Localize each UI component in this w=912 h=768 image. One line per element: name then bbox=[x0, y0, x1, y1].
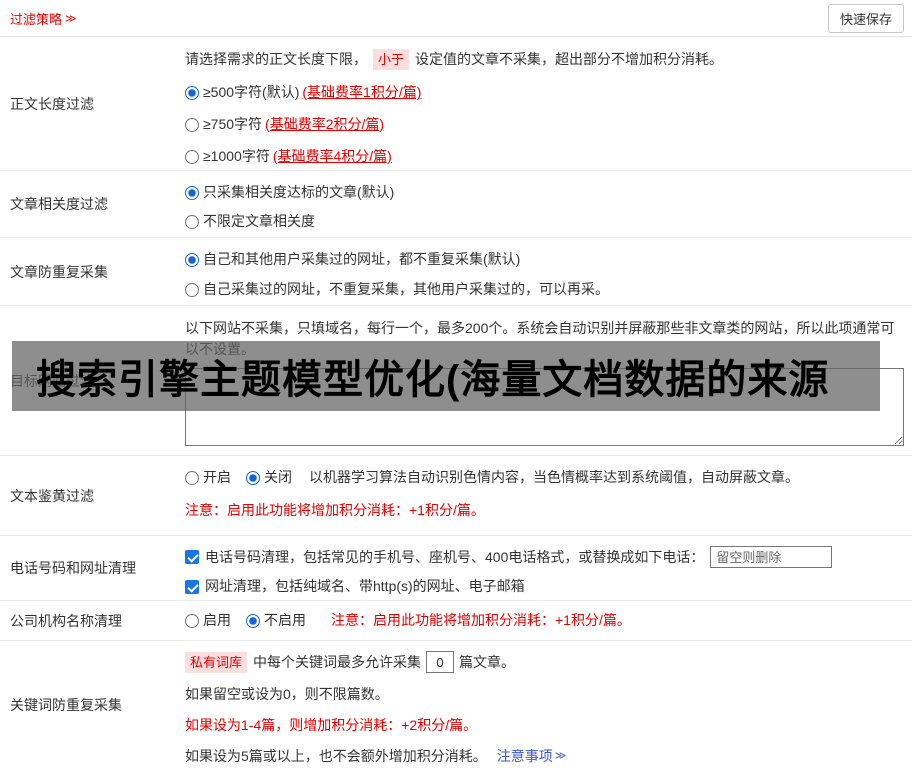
private-thesaurus-tag: 私有词库 bbox=[185, 651, 248, 673]
radio-option-porn-off[interactable]: 关闭 bbox=[246, 468, 292, 487]
radio-option-1000-chars[interactable]: ≥1000字符 (基础费率4积分/篇) bbox=[185, 147, 904, 166]
row-label-dedupe: 文章防重复采集 bbox=[10, 263, 108, 280]
checkbox-icon[interactable] bbox=[185, 579, 199, 594]
row-porn-filter: 文本鉴黄过滤 开启 关闭 以机器学习算法自动识别色情内容，当色情概率达到系统阈值… bbox=[0, 456, 912, 536]
keyword-limit-text: 中每个关键词最多允许采集 bbox=[253, 653, 422, 670]
section-title-text: 过滤策略 bbox=[10, 11, 63, 27]
radio-icon[interactable] bbox=[246, 470, 260, 485]
radio-icon[interactable] bbox=[185, 117, 199, 132]
row-content-phone-url-cleanup: 电话号码清理，包括常见的手机号、座机号、400电话格式，或替换成如下电话： 网址… bbox=[175, 536, 912, 600]
keyword-rule-1-4: 如果设为1-4篇，则增加积分消耗：+2积分/篇。 bbox=[185, 717, 478, 733]
option-text: 只采集相关度达标的文章(默认) bbox=[203, 184, 395, 200]
keyword-rule-5plus: 如果设为5篇或以上，也不会额外增加积分消耗。 注意事项 ≫ bbox=[185, 747, 904, 766]
row-phone-url-cleanup: 电话号码和网址清理 电话号码清理，包括常见的手机号、座机号、400电话格式，或替… bbox=[0, 536, 912, 601]
row-label-relevance: 文章相关度过滤 bbox=[10, 196, 108, 212]
porn-filter-options: 开启 关闭 以机器学习算法自动识别色情内容，当色情概率达到系统阈值，自动屏蔽文章… bbox=[185, 468, 904, 487]
row-label-phone-url-cleanup: 电话号码和网址清理 bbox=[10, 560, 136, 576]
radio-option-500-chars[interactable]: ≥500字符(默认) (基础费率1积分/篇) bbox=[185, 83, 904, 102]
watermark-overlay: 搜索引擎主题模型优化(海量文档数据的来源 bbox=[12, 341, 880, 411]
porn-filter-note: 注意：启用此功能将增加积分消耗：+1积分/篇。 bbox=[185, 502, 485, 518]
row-content-keyword-dedupe: 私有词库 中每个关键词最多允许采集 篇文章。 如果留空或设为0，则不限篇数。 如… bbox=[175, 641, 912, 768]
option-fee-text: (基础费率4积分/篇) bbox=[272, 148, 392, 164]
section-title[interactable]: 过滤策略 ≫ bbox=[10, 9, 77, 28]
row-content-company-cleanup: 启用 不启用 注意：启用此功能将增加积分消耗：+1积分/篇。 bbox=[175, 601, 912, 640]
row-content-body-length: 请选择需求的正文长度下限， 小于 设定值的文章不采集，超出部分不增加积分消耗。 … bbox=[175, 37, 912, 170]
row-dedupe: 文章防重复采集 自己和其他用户采集过的网址，都不重复采集(默认) 自己采集过的网… bbox=[0, 238, 912, 306]
radio-option-dedupe-all-users[interactable]: 自己和其他用户采集过的网址，都不重复采集(默认) bbox=[185, 250, 904, 269]
option-text: 不限定文章相关度 bbox=[203, 213, 315, 229]
radio-option-company-off[interactable]: 不启用 bbox=[246, 611, 306, 630]
radio-icon[interactable] bbox=[185, 149, 199, 164]
radio-option-relevance-strict[interactable]: 只采集相关度达标的文章(默认) bbox=[185, 183, 904, 202]
keyword-limit-input[interactable] bbox=[426, 651, 455, 673]
keyword-rule-5plus-text: 如果设为5篇或以上，也不会额外增加积分消耗。 bbox=[185, 748, 487, 764]
radio-icon[interactable] bbox=[185, 252, 199, 267]
option-fee-text: (基础费率1积分/篇) bbox=[302, 84, 422, 100]
intro-text-pre: 请选择需求的正文长度下限， bbox=[185, 51, 367, 67]
row-label-body-length: 正文长度过滤 bbox=[10, 95, 94, 112]
porn-filter-description: 以机器学习算法自动识别色情内容，当色情概率达到系统阈值，自动屏蔽文章。 bbox=[309, 469, 799, 485]
radio-icon[interactable] bbox=[185, 282, 199, 297]
row-label-keyword-dedupe: 关键词防重复采集 bbox=[10, 696, 122, 713]
row-content-dedupe: 自己和其他用户采集过的网址，都不重复采集(默认) 自己采集过的网址，不重复采集，… bbox=[175, 238, 912, 305]
intro-text-post: 设定值的文章不采集，超出部分不增加积分消耗。 bbox=[415, 51, 724, 67]
option-text: 自己采集过的网址，不重复采集，其他用户采集过的，可以再采。 bbox=[203, 281, 609, 297]
checkbox-option-url-cleanup[interactable]: 网址清理，包括纯域名、带http(s)的网址、电子邮箱 bbox=[185, 577, 904, 596]
row-relevance: 文章相关度过滤 只采集相关度达标的文章(默认) 不限定文章相关度 bbox=[0, 171, 912, 238]
radio-option-750-chars[interactable]: ≥750字符 (基础费率2积分/篇) bbox=[185, 115, 904, 134]
replacement-phone-input[interactable] bbox=[710, 546, 833, 568]
row-company-cleanup: 公司机构名称清理 启用 不启用 注意：启用此功能将增加积分消耗：+1积分/篇。 bbox=[0, 601, 912, 641]
radio-option-company-on[interactable]: 启用 bbox=[185, 611, 231, 630]
radio-icon[interactable] bbox=[185, 214, 199, 229]
less-than-tag: 小于 bbox=[373, 49, 410, 70]
chevron-down-icon: ≫ bbox=[554, 750, 567, 762]
chevron-down-icon: ≫ bbox=[65, 12, 77, 25]
option-text: 关闭 bbox=[264, 469, 292, 485]
radio-icon[interactable] bbox=[246, 613, 260, 628]
option-text: ≥750字符 bbox=[203, 116, 263, 132]
radio-option-relevance-any[interactable]: 不限定文章相关度 bbox=[185, 212, 904, 231]
notes-link[interactable]: 注意事项 ≫ bbox=[497, 747, 567, 766]
row-content-porn-filter: 开启 关闭 以机器学习算法自动识别色情内容，当色情概率达到系统阈值，自动屏蔽文章… bbox=[175, 456, 912, 535]
keyword-limit-suffix: 篇文章。 bbox=[459, 653, 516, 670]
option-text: ≥500字符(默认) bbox=[203, 84, 300, 100]
row-content-relevance: 只采集相关度达标的文章(默认) 不限定文章相关度 bbox=[175, 171, 912, 237]
radio-icon[interactable] bbox=[185, 470, 199, 485]
topbar: 过滤策略 ≫ 快速保存 bbox=[0, 0, 912, 37]
option-text: 不启用 bbox=[264, 612, 306, 628]
radio-icon[interactable] bbox=[185, 185, 199, 200]
keyword-limit-line: 私有词库 中每个关键词最多允许采集 篇文章。 bbox=[185, 651, 904, 673]
body-length-intro: 请选择需求的正文长度下限， 小于 设定值的文章不采集，超出部分不增加积分消耗。 bbox=[185, 49, 904, 70]
checkbox-option-phone-cleanup[interactable]: 电话号码清理，包括常见的手机号、座机号、400电话格式，或替换成如下电话： bbox=[185, 546, 904, 568]
option-text: 网址清理，包括纯域名、带http(s)的网址、电子邮箱 bbox=[205, 578, 525, 594]
radio-option-dedupe-self-only[interactable]: 自己采集过的网址，不重复采集，其他用户采集过的，可以再采。 bbox=[185, 280, 904, 299]
option-text: 电话号码清理，包括常见的手机号、座机号、400电话格式，或替换成如下电话： bbox=[205, 548, 705, 565]
watermark-text: 搜索引擎主题模型优化(海量文档数据的来源 bbox=[36, 358, 830, 402]
option-text: 启用 bbox=[203, 612, 231, 628]
option-text: 开启 bbox=[203, 469, 231, 485]
quick-save-button[interactable]: 快速保存 bbox=[827, 3, 904, 33]
filter-strategy-page: 过滤策略 ≫ 快速保存 正文长度过滤 请选择需求的正文长度下限， 小于 设定值的… bbox=[0, 0, 912, 768]
company-cleanup-note: 注意：启用此功能将增加积分消耗：+1积分/篇。 bbox=[331, 612, 631, 628]
option-text: ≥1000字符 bbox=[203, 148, 270, 164]
row-label-porn-filter: 文本鉴黄过滤 bbox=[10, 487, 94, 504]
row-body-length: 正文长度过滤 请选择需求的正文长度下限， 小于 设定值的文章不采集，超出部分不增… bbox=[0, 37, 912, 171]
company-cleanup-options: 启用 不启用 注意：启用此功能将增加积分消耗：+1积分/篇。 bbox=[185, 611, 631, 630]
option-text: 自己和其他用户采集过的网址，都不重复采集(默认) bbox=[203, 251, 521, 267]
radio-option-porn-on[interactable]: 开启 bbox=[185, 468, 231, 487]
row-label-company-cleanup: 公司机构名称清理 bbox=[10, 612, 122, 629]
notes-link-text: 注意事项 bbox=[496, 748, 553, 764]
radio-icon[interactable] bbox=[185, 613, 199, 628]
radio-icon[interactable] bbox=[185, 85, 199, 100]
keyword-rule-zero: 如果留空或设为0，则不限篇数。 bbox=[185, 686, 389, 702]
checkbox-icon[interactable] bbox=[185, 550, 199, 564]
option-fee-text: (基础费率2积分/篇) bbox=[265, 116, 385, 132]
row-keyword-dedupe: 关键词防重复采集 私有词库 中每个关键词最多允许采集 篇文章。 如果留空或设为0… bbox=[0, 641, 912, 768]
